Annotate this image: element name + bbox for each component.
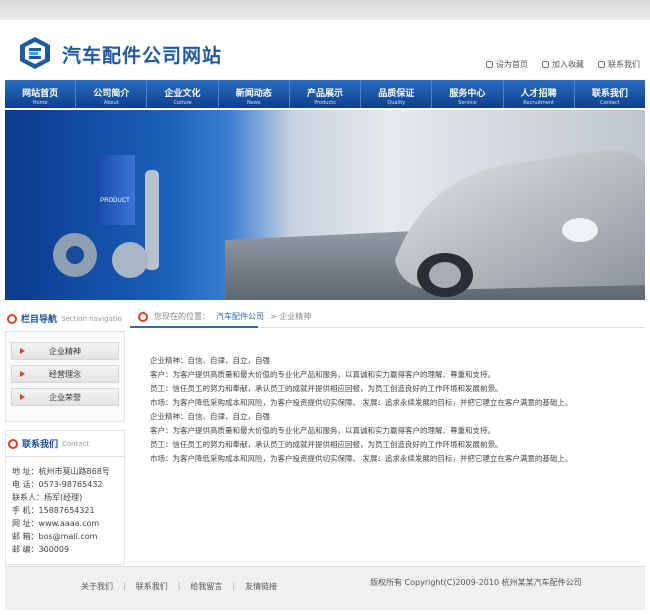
top-links: 设为首页 加入收藏 联系我们 (486, 59, 640, 70)
contact-us-link[interactable]: 联系我们 (598, 59, 640, 70)
paragraph: 客户：为客户提供高质量和最大价值的专业化产品和服务，以真诚和实力赢得客户的理解、… (150, 370, 495, 379)
mail-icon (598, 61, 605, 68)
logo-icon (20, 37, 50, 69)
contact-postcode: 邮 编：300009 (12, 545, 70, 554)
article-body: 企业精神：自信、自律，自立，自强 客户：为客户提供高质量和最大价值的专业化产品和… (130, 328, 645, 492)
contact-email: 邮 箱：bos@mail.com (12, 532, 98, 541)
section-nav-header: 栏目导航 Section navigatio (5, 306, 125, 332)
contact-phone: 电 话：0573-98765432 (12, 480, 103, 489)
product-box (95, 155, 135, 225)
footer-link-about[interactable]: 关于我们 (81, 581, 113, 592)
set-homepage-link[interactable]: 设为首页 (486, 59, 528, 70)
contact-address: 地 址：杭州市莫山路868号 (12, 467, 110, 476)
home-icon (486, 61, 493, 68)
site-title: 汽车配件公司网站 (62, 45, 223, 67)
car-headlight (562, 218, 598, 242)
add-bookmark-link[interactable]: 加入收藏 (542, 59, 584, 70)
contact-box: 联系我们 Contact 地 址：杭州市莫山路868号 电 话：0573-987… (5, 430, 125, 565)
nav-recruitment[interactable]: 人才招聘 Recruitment (504, 80, 575, 108)
contact-info: 地 址：杭州市莫山路868号 电 话：0573-98765432 联系人：杨军(… (6, 457, 124, 564)
bullet-icon (7, 313, 17, 324)
header: 汽车配件公司网站 (0, 20, 650, 80)
contact-header: 联系我们 Contact (6, 431, 124, 457)
nav-service[interactable]: 服务中心 Service (432, 80, 504, 108)
breadcrumb-home-link[interactable]: 汽车配件公司 (216, 311, 264, 322)
paragraph: 企业精神：自信、自律，自立，自强 (150, 356, 270, 365)
bookmark-icon (542, 61, 549, 68)
nav-quality[interactable]: 品质保证 Quality (361, 80, 433, 108)
main-content: 您现在的位置： 汽车配件公司 > 企业精神 企业精神：自信、自律，自立，自强 客户… (130, 306, 645, 492)
paragraph: 市场：为客户降低采购成本和风险，为客户投资提供切实保障。 发展：追求永续发展的目… (150, 454, 573, 463)
paragraph: 员工：信任员工的努力和奉献，承认员工的成就并提供相应回报，为员工创造良好的工作环… (150, 384, 503, 393)
breadcrumb: 您现在的位置： 汽车配件公司 > 企业精神 (130, 306, 645, 328)
side-menu-item[interactable]: 经营理念 (11, 365, 119, 383)
nav-about[interactable]: 公司简介 About (76, 80, 148, 108)
paragraph: 客户：为客户提供高质量和最大价值的专业化产品和服务，以真诚和实力赢得客户的理解、… (150, 426, 495, 435)
main-nav: 网站首页 Home 公司简介 About 企业文化 Culture 新闻动态 News … (5, 80, 645, 108)
nav-home[interactable]: 网站首页 Home (5, 80, 77, 108)
side-menu-item[interactable]: 企业精神 (11, 342, 119, 360)
nav-culture[interactable]: 企业文化 Culture (147, 80, 219, 108)
side-menu-item[interactable]: 企业荣誉 (11, 388, 119, 406)
contact-person: 联系人：杨军(经理) (12, 493, 83, 502)
nav-products[interactable]: 产品展示 Products (290, 80, 362, 108)
joint-part (112, 242, 148, 278)
top-strip (0, 0, 650, 20)
footer-link-contact[interactable]: 联系我们 (136, 581, 168, 592)
sidebar: 栏目导航 Section navigatio 企业精神 经营理念 企业荣誉 联系… (5, 306, 125, 565)
bullet-icon (138, 311, 148, 322)
contact-mobile: 手 机：15887654321 (12, 506, 95, 515)
footer-links: 关于我们 | 联系我们 | 给我留言 | 友情链接 (81, 581, 278, 592)
nav-news[interactable]: 新闻动态 News (219, 80, 290, 108)
contact-website: 网 址：www.aaaa.com (12, 519, 100, 528)
paragraph: 市场：为客户降低采购成本和风险，为客户投资提供切实保障。 发展：追求永续发展的目… (150, 398, 573, 407)
banner-graphic: PRODUCT (53, 150, 645, 300)
footer-link-friends[interactable]: 友情链接 (245, 581, 277, 592)
nav-contact[interactable]: 联系我们 Contact (575, 80, 645, 108)
paragraph: 企业精神：自信、自律，自立，自强 (150, 412, 270, 421)
footer-link-guestbook[interactable]: 给我留言 (190, 581, 222, 592)
section-nav-menu: 企业精神 经营理念 企业荣誉 (5, 332, 125, 422)
copyright: 版权所有 Copyright(C)2009-2010 杭州某某汽车配件公司 (370, 578, 582, 587)
bullet-icon (8, 438, 18, 449)
hero-banner: PRODUCT (5, 110, 645, 300)
paragraph: 员工：信任员工的努力和奉献，承认员工的成就并提供相应回报，为员工创造良好的工作环… (150, 440, 503, 449)
footer: 关于我们 | 联系我们 | 给我留言 | 友情链接 版权所有 Copyright… (5, 566, 645, 610)
product-box-label: PRODUCT (100, 198, 130, 204)
